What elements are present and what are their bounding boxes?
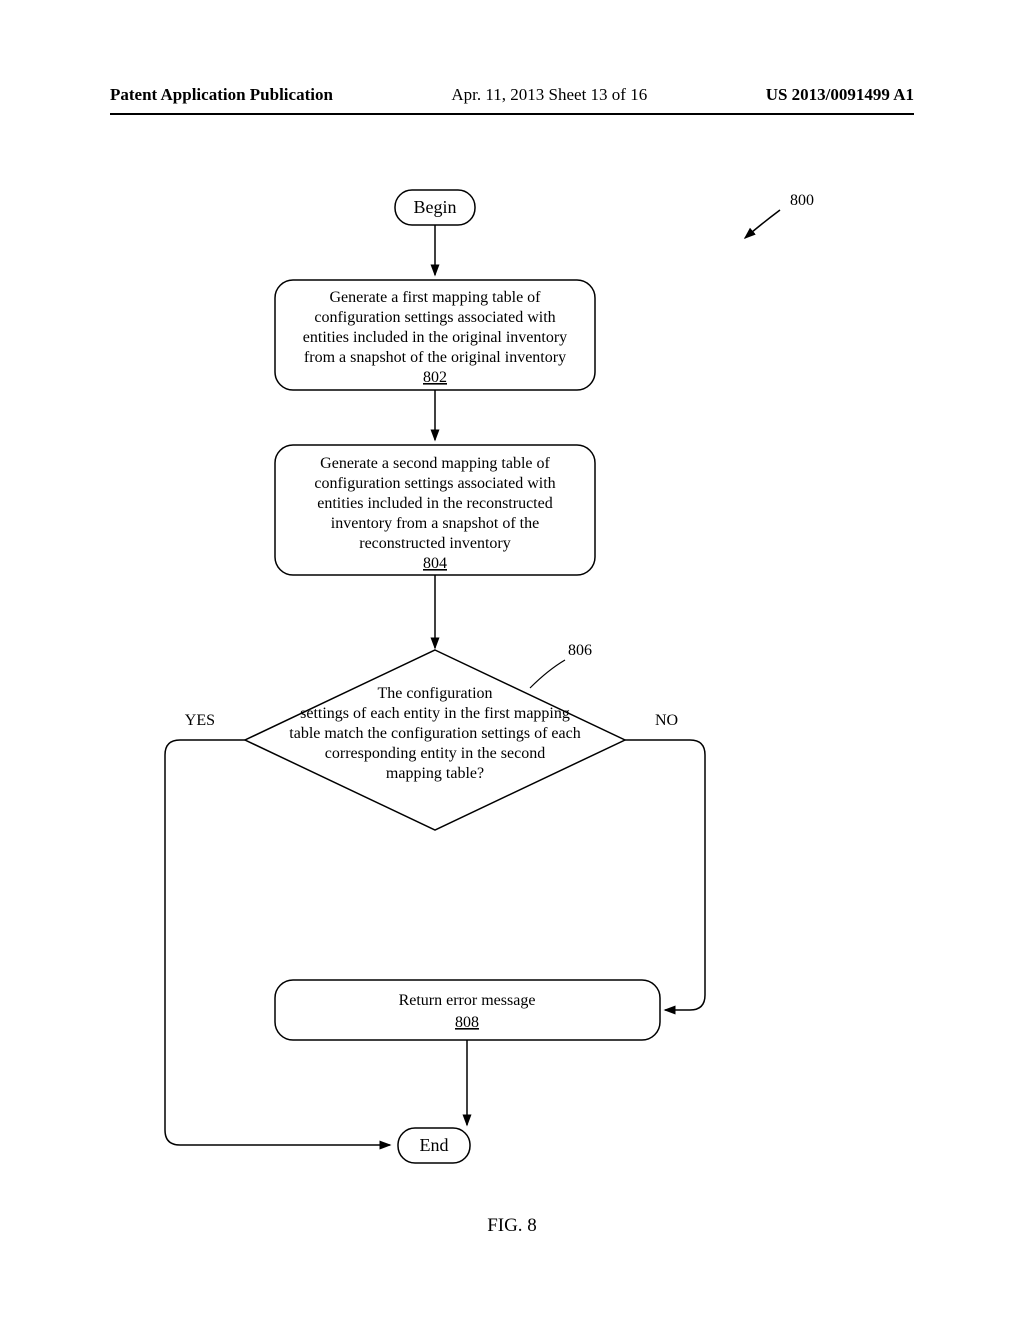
yes-label: YES (185, 712, 215, 729)
figure-caption: FIG. 8 (0, 1215, 1024, 1237)
step802-l3: entities included in the original invent… (303, 329, 567, 346)
flowchart-diagram: Begin 800 Generate a first mapping table… (0, 150, 1024, 1230)
header-pub-number: US 2013/0091499 A1 (766, 85, 914, 105)
step804-l4: inventory from a snapshot of the (331, 515, 539, 532)
step808-ref: 808 (455, 1014, 479, 1031)
step802-l2: configuration settings associated with (314, 309, 555, 326)
page-header: Patent Application Publication Apr. 11, … (0, 85, 1024, 105)
dec806-l4: corresponding entity in the second (325, 745, 545, 762)
ref-800: 800 (790, 192, 814, 209)
step802-l1: Generate a first mapping table of (329, 289, 541, 306)
step804-l1: Generate a second mapping table of (320, 455, 550, 472)
dec806-l2: settings of each entity in the first map… (300, 705, 570, 722)
header-publication: Patent Application Publication (110, 85, 333, 105)
header-divider (110, 113, 914, 115)
header-date-sheet: Apr. 11, 2013 Sheet 13 of 16 (451, 85, 647, 105)
dec806-ref: 806 (568, 642, 592, 659)
step802-l4: from a snapshot of the original inventor… (304, 349, 566, 366)
step804-l2: configuration settings associated with (314, 475, 555, 492)
step804-l3: entities included in the reconstructed (317, 495, 552, 512)
dec806-l5: mapping table? (386, 765, 484, 782)
step808-l1: Return error message (399, 992, 536, 1009)
end-label: End (420, 1135, 449, 1155)
dec806-l1: The configuration (377, 685, 492, 702)
dec806-l3: table match the configuration settings o… (289, 725, 580, 742)
step804-ref: 804 (423, 555, 447, 572)
no-label: NO (655, 712, 678, 729)
begin-label: Begin (414, 197, 457, 217)
step804-l5: reconstructed inventory (359, 535, 511, 552)
step802-ref: 802 (423, 369, 447, 386)
